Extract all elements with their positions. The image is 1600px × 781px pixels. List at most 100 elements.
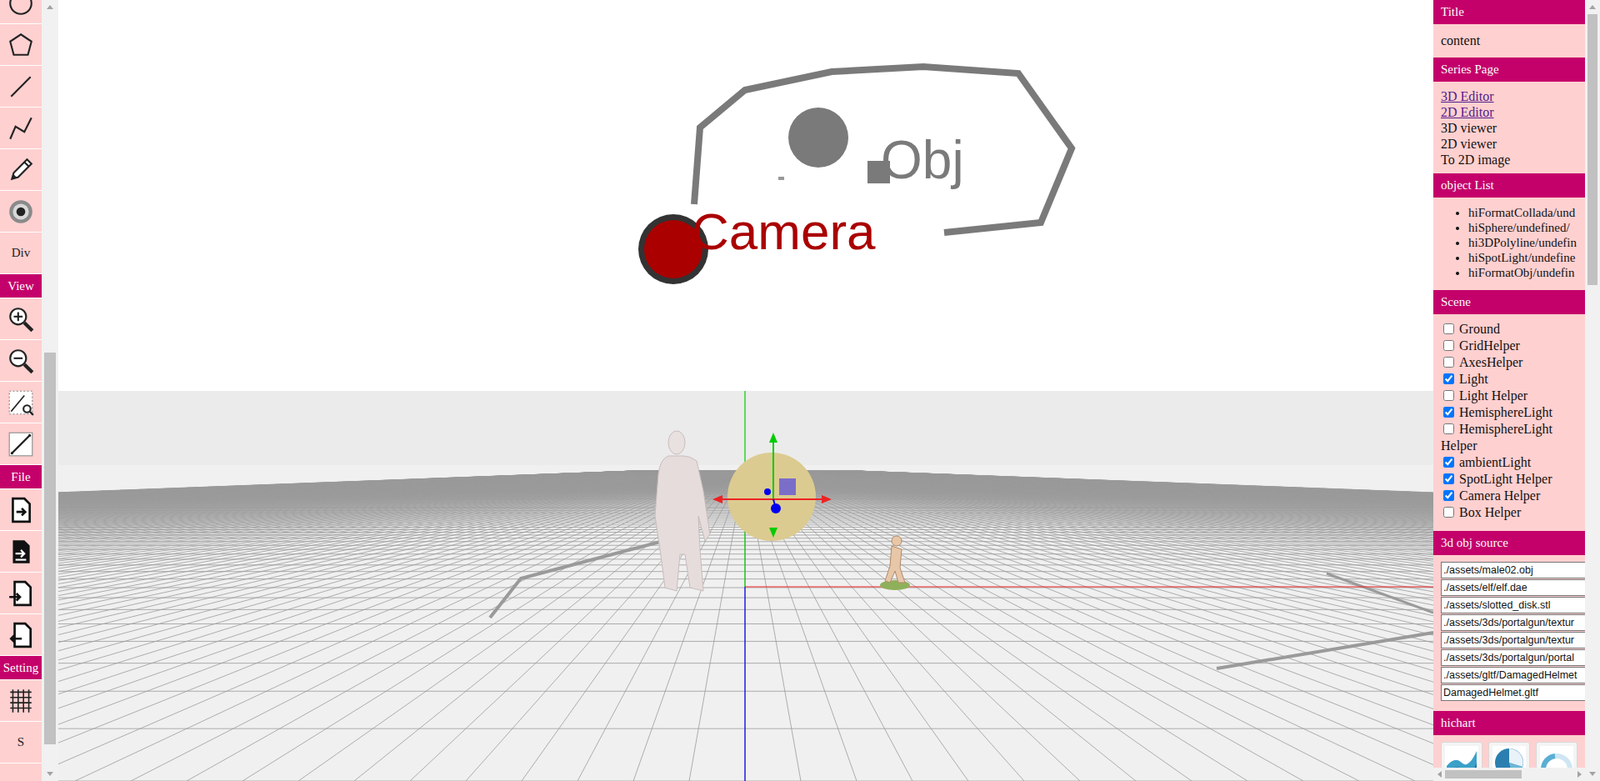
series-page-link[interactable]: 2D Editor [1440,105,1495,120]
scroll-track[interactable] [1445,767,1574,781]
scroll-thumb[interactable] [1587,14,1598,285]
tool-button[interactable] [0,107,42,150]
source-path-field[interactable] [1440,684,1585,701]
gizmo-up-arrow-icon[interactable] [769,432,778,443]
canvas-3d[interactable] [58,390,1434,781]
x-axis-line[interactable] [745,585,1434,587]
scene-option[interactable]: GridHelper [1440,337,1578,355]
scene-option[interactable]: Light [1440,370,1578,388]
scene-option[interactable]: HemisphereLight [1440,404,1578,421]
scene-checkbox[interactable] [1443,506,1455,518]
gizmo-left-arrow-icon[interactable] [712,495,723,504]
gizmo-center-handle[interactable] [764,488,771,495]
panel-horizontal-scrollbar[interactable] [1433,767,1585,781]
series-page-link[interactable]: 3D Editor [1440,89,1495,104]
tool-button[interactable] [0,572,42,615]
scroll-up-button[interactable] [1585,0,1600,15]
source-path-field[interactable] [1440,579,1585,596]
polyline-3d-shape[interactable] [1216,632,1434,669]
scene-option[interactable]: Camera Helper [1440,487,1578,505]
tool-button[interactable] [0,149,42,191]
text-tool-button[interactable]: Div [0,232,42,275]
tool-button[interactable] [0,423,42,465]
scene-option[interactable]: Light Helper [1440,387,1578,405]
object-list-item[interactable]: hiSphere/undefined/ [1468,220,1578,235]
scroll-down-button[interactable] [1585,766,1600,781]
tool-button[interactable] [0,190,42,233]
scroll-track[interactable] [41,14,59,767]
sphere-shape[interactable] [788,107,849,168]
scene-checkbox[interactable] [1443,373,1455,385]
tool-button[interactable] [0,614,42,656]
tool-button[interactable] [0,0,42,25]
scroll-thumb[interactable] [44,352,56,745]
source-path-field[interactable] [1440,596,1585,614]
object-list-item[interactable]: hiFormatCollada/und [1468,205,1578,220]
polyline-3d-shape[interactable] [1326,573,1434,613]
scene-3d-view[interactable] [58,390,1434,781]
source-path-field[interactable] [1440,649,1585,666]
scene-option[interactable]: Box Helper [1440,504,1578,521]
tool-button[interactable] [0,489,42,531]
scene-checkbox[interactable] [1443,473,1455,485]
scene-option[interactable]: Ground [1440,320,1578,338]
z-axis-line[interactable] [744,586,745,781]
canvas-2d[interactable]: ObjCamera [58,0,1434,391]
scene-option[interactable]: AxesHelper [1440,354,1578,371]
gizmo-down-arrow-icon[interactable] [769,527,778,538]
scene-checkbox[interactable] [1443,456,1455,468]
scene-option[interactable]: HemisphereLight Helper [1440,420,1578,455]
scene-checkbox[interactable] [1443,356,1455,368]
new-file-icon [6,495,35,525]
scene-checkbox[interactable] [1443,390,1455,401]
source-path-field[interactable] [1440,561,1585,579]
man-model[interactable] [655,455,710,591]
scroll-up-button[interactable] [41,0,59,15]
elf-head[interactable] [891,535,902,546]
sphere-model[interactable] [727,452,816,541]
canvas-2d-drawing[interactable]: ObjCamera [58,0,1434,391]
polyline-3d-shape[interactable] [490,540,664,618]
elf-model[interactable] [885,545,905,583]
source-path-field[interactable] [1440,631,1585,649]
tool-button[interactable] [0,530,42,573]
scroll-track[interactable] [1585,14,1600,767]
gizmo-x-axis[interactable] [720,498,824,500]
object-list-item[interactable]: hiFormatObj/undefin [1468,265,1578,280]
scene-option[interactable]: SpotLight Helper [1440,470,1578,488]
scene-checkbox[interactable] [1443,423,1455,435]
text-tool-button[interactable]: S [0,721,42,764]
gizmo-plane-handle[interactable] [779,478,796,495]
canvas-label[interactable]: Obj [880,130,965,190]
toolbar-scrollbar[interactable] [41,0,59,781]
scene-checkbox[interactable] [1443,323,1455,335]
tool-button[interactable] [0,680,42,722]
object-list-item[interactable]: hiSpotLight/undefine [1468,250,1578,265]
scroll-down-button[interactable] [41,766,59,781]
tool-button[interactable] [0,298,42,340]
canvas-label[interactable]: Camera [691,202,876,260]
gizmo-y-axis[interactable] [772,440,775,500]
scroll-right-button[interactable] [1573,767,1585,781]
tool-button[interactable] [0,24,42,66]
object-list-item[interactable]: hi3DPolyline/undefin [1468,235,1578,250]
tool-button[interactable] [0,65,42,108]
scene-checkbox[interactable] [1443,340,1455,351]
tool-button[interactable] [0,340,42,382]
toolbar-section-label: View [7,279,35,294]
elf-base[interactable] [880,580,910,590]
scene-checkbox[interactable] [1443,490,1455,501]
scroll-thumb[interactable] [1445,770,1522,779]
source-path-field[interactable] [1440,614,1585,631]
gizmo-z-handle[interactable] [770,503,781,514]
scroll-left-button[interactable] [1433,767,1445,781]
series-page-text: To 2D image [1440,152,1510,167]
panel-scrollbar[interactable] [1585,0,1600,781]
source-path-field[interactable] [1440,666,1585,684]
gizmo-right-arrow-icon[interactable] [821,495,832,504]
scene-option[interactable]: ambientLight [1440,454,1578,471]
scene-checkbox[interactable] [1443,406,1455,418]
small-marker[interactable] [778,176,785,180]
tool-button[interactable] [0,381,42,424]
man-head[interactable] [668,430,685,455]
